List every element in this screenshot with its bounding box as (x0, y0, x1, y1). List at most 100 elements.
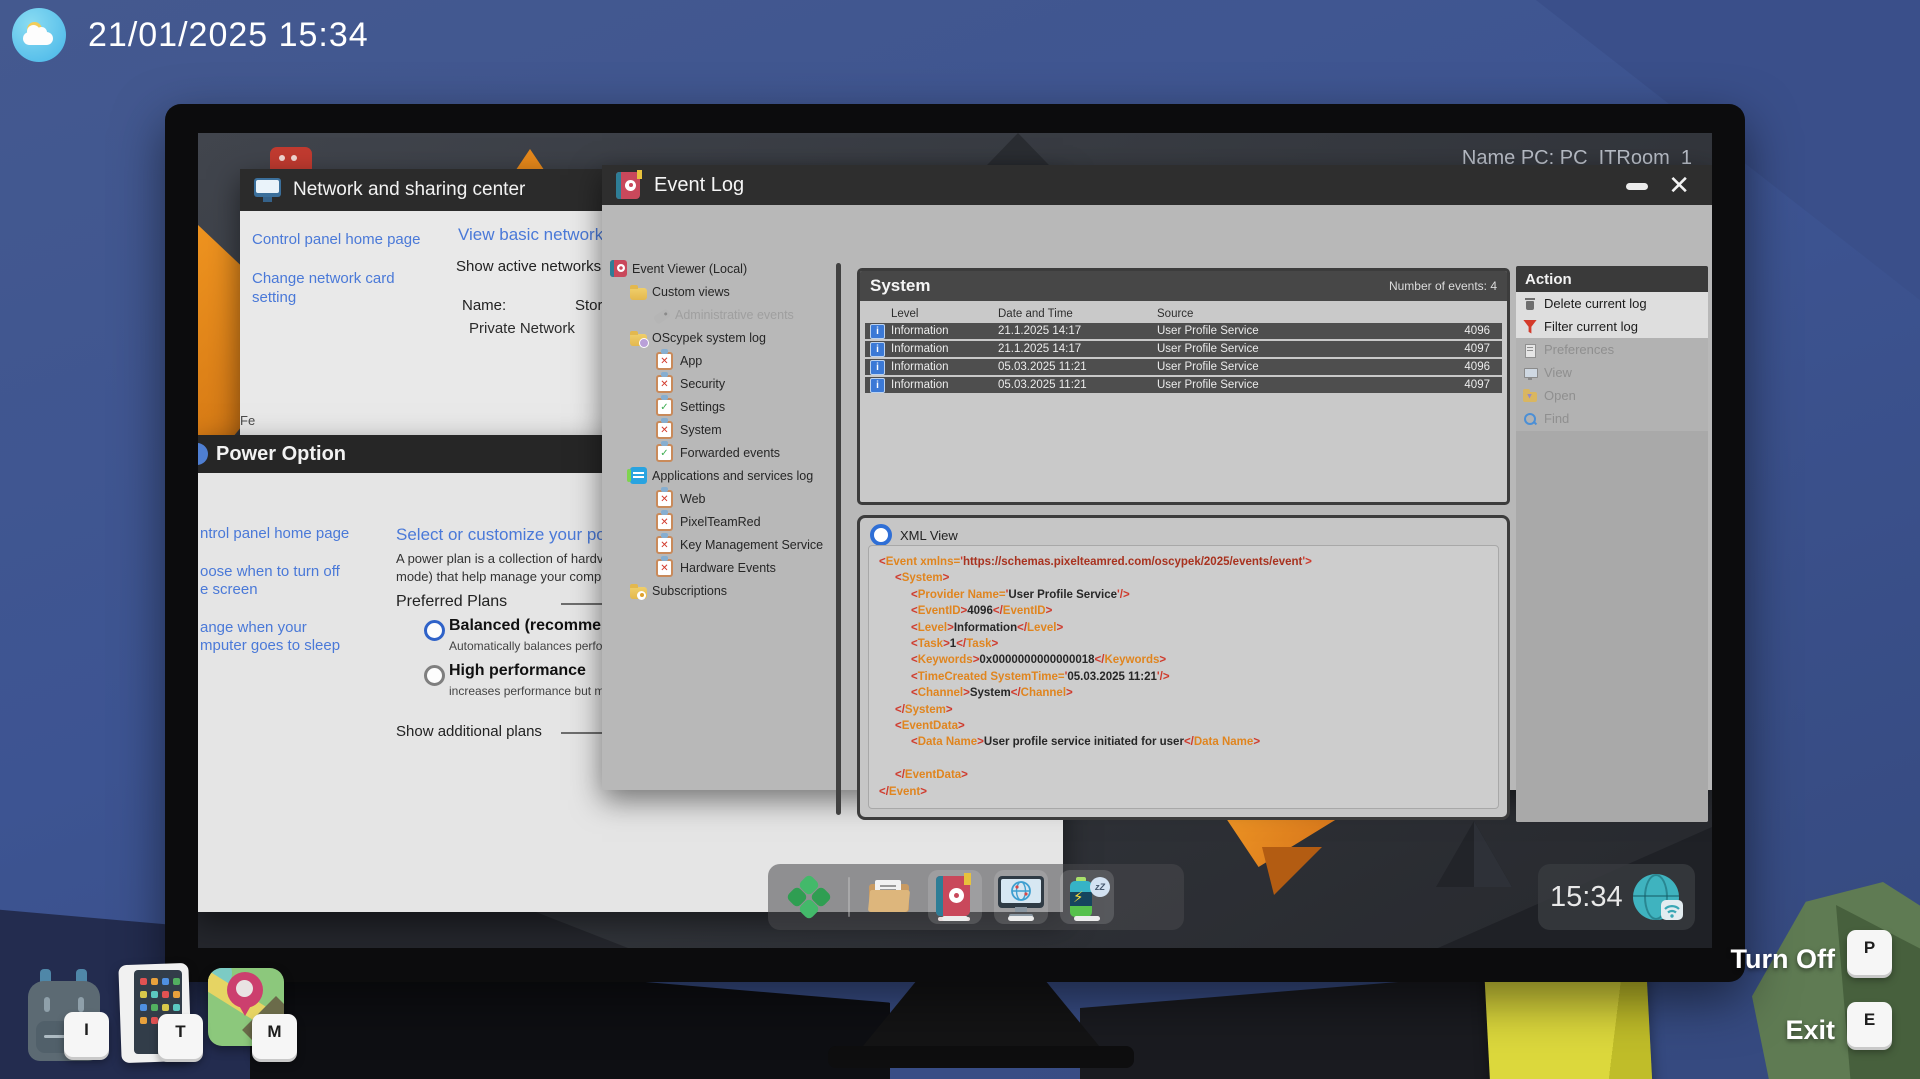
key-badge-map[interactable]: M (252, 1014, 297, 1059)
event-log-titlebar[interactable]: Event Log ✕ (602, 165, 1712, 205)
wallpaper-shape (1262, 847, 1322, 895)
event-row[interactable]: iInformation21.1.2025 14:17User Profile … (865, 341, 1502, 357)
radio-high-performance[interactable] (424, 665, 445, 686)
tree-item-web[interactable]: ✕ Web (608, 487, 836, 510)
tree-item-subscriptions[interactable]: Subscriptions (608, 579, 836, 602)
tree-item-app[interactable]: ✕App (608, 349, 836, 372)
col-level[interactable]: Level (891, 308, 919, 320)
tree-item-system[interactable]: ✕System (608, 418, 836, 441)
action-delete-current-log[interactable]: Delete current log (1516, 292, 1708, 315)
tree-item-forwarded-events[interactable]: ✓ Forwarded events (608, 441, 836, 464)
plan-highperf-label[interactable]: High performance (449, 662, 586, 680)
preferences-icon (1523, 343, 1537, 357)
event-level: Information (891, 325, 949, 337)
dock-item-network-center-app[interactable] (994, 870, 1048, 924)
event-log-title: Event Log (654, 174, 744, 197)
dock-item-event-log-app[interactable] (928, 870, 982, 924)
action-label: Filter current log (1544, 319, 1638, 334)
tree-item-label: Web (680, 492, 705, 506)
dock-item-start-clover[interactable] (782, 870, 836, 924)
tree-item-label: Subscriptions (652, 584, 727, 598)
tree-item-label: Hardware Events (680, 561, 776, 575)
power-link-0[interactable]: ntrol panel home page (200, 525, 390, 543)
event-row[interactable]: iInformation05.03.2025 11:21User Profile… (865, 359, 1502, 375)
action-items: Delete current logFilter current logPref… (1516, 292, 1708, 430)
tree-item-key-management-service[interactable]: ✕Key Management Service (608, 533, 836, 556)
power-link-1[interactable]: oose when to turn offe screen (200, 563, 390, 599)
plan-balanced-label[interactable]: Balanced (recommend (449, 617, 621, 635)
dock-clock: 15:34 (1538, 864, 1695, 930)
tree-item-pixelteamred[interactable]: ✕PixelTeamRed (608, 510, 836, 533)
action-label: Open (1544, 388, 1576, 403)
tree-item-oscypek-system-log[interactable]: OScypek system log (608, 326, 836, 349)
power-window-icon (198, 443, 208, 465)
tree-item-label: System (680, 423, 722, 437)
dock-item-power-options-app[interactable]: ⚡zZ (1060, 870, 1114, 924)
xml-line: <TimeCreated SystemTime='05.03.2025 11:2… (875, 669, 1492, 685)
event-source: User Profile Service (1157, 361, 1259, 373)
tree-item-event-viewer-local[interactable]: Event Viewer (Local) (608, 257, 836, 280)
xml-line: <Event xmlns='https://schemas.pixelteamr… (875, 554, 1492, 570)
folder-gear-icon (630, 334, 647, 346)
event-row[interactable]: iInformation05.03.2025 11:21User Profile… (865, 377, 1502, 393)
col-datetime[interactable]: Date and Time (998, 308, 1073, 320)
folder-bell-icon (630, 587, 647, 599)
network-globe-icon[interactable] (1633, 874, 1679, 920)
tree-item-hardware-events[interactable]: ✕Hardware Events (608, 556, 836, 579)
event-source: User Profile Service (1157, 379, 1259, 391)
minimize-button[interactable] (1626, 183, 1648, 190)
event-datetime: 21.1.2025 14:17 (998, 325, 1081, 337)
tree-item-label: Security (680, 377, 725, 391)
link-control-panel-home[interactable]: Control panel home page (252, 231, 420, 248)
event-level: Information (891, 343, 949, 355)
tree-item-administrative-events[interactable]: Administrative events (608, 303, 836, 326)
action-filter-current-log[interactable]: Filter current log (1516, 315, 1708, 338)
dock-item-file-manager[interactable] (862, 870, 916, 924)
event-log-book-icon (936, 876, 974, 918)
trash-icon (1523, 297, 1537, 311)
action-find: Find (1516, 407, 1708, 430)
network-monitor-icon (254, 178, 281, 202)
col-source[interactable]: Source (1157, 308, 1193, 320)
tree-item-label: Event Viewer (Local) (632, 262, 747, 276)
xml-view-radio-icon[interactable] (870, 524, 892, 546)
tree-item-label: App (680, 354, 702, 368)
link-change-network-card[interactable]: Change network card setting (252, 269, 437, 307)
tree-item-applications-and-services-log[interactable]: Applications and services log (608, 464, 836, 487)
show-additional-plans-label[interactable]: Show additional plans (396, 723, 542, 740)
tree-item-custom-views[interactable]: Custom views (608, 280, 836, 303)
show-active-networks-label: Show active networks (456, 258, 601, 275)
tree-item-label: Forwarded events (680, 446, 780, 460)
info-icon: i (870, 378, 885, 393)
clipboard-x-icon: ✕ (656, 490, 673, 508)
turn-off-label[interactable]: Turn Off (1640, 944, 1835, 975)
tree-scrollbar[interactable] (836, 263, 841, 815)
tree-item-security[interactable]: ✕Security (608, 372, 836, 395)
event-row[interactable]: iInformation21.1.2025 14:17User Profile … (865, 323, 1502, 339)
xml-line: <Level>Information</Level> (875, 620, 1492, 636)
action-label: View (1544, 365, 1572, 380)
system-panel-header: System Number of events: 4 (860, 271, 1507, 301)
radio-balanced[interactable] (424, 620, 445, 641)
event-table-rows: i Information 21.1.2025 14:17 User Profile … (865, 323, 1502, 393)
key-badge-turn-off[interactable]: P (1847, 930, 1892, 975)
wifi-icon (1661, 900, 1683, 920)
power-link-2[interactable]: ange when yourmputer goes to sleep (200, 619, 390, 655)
key-badge-tablet[interactable]: T (158, 1014, 203, 1059)
xml-line: <Keywords>0x0000000000000018</Keywords> (875, 652, 1492, 668)
tree-item-settings[interactable]: ✓Settings (608, 395, 836, 418)
close-button[interactable]: ✕ (1668, 168, 1690, 202)
monitor-screen: Name PC: PC_ITRoom_1 Network and sharing… (198, 133, 1712, 948)
action-panel: Action Delete current log Filter current … (1516, 266, 1708, 822)
power-body-line1: A power plan is a collection of hardv (396, 551, 603, 566)
clipboard-x-icon: ✕ (656, 513, 673, 531)
exit-label[interactable]: Exit (1640, 1015, 1835, 1046)
event-id: 4096 (1464, 325, 1490, 337)
clipboard-check-icon: ✓ (656, 398, 673, 416)
dock: ⚡zZ (768, 864, 1184, 930)
key-badge-exit[interactable]: E (1847, 1002, 1892, 1047)
action-panel-title: Action (1516, 266, 1708, 292)
key-badge-inventory[interactable]: I (64, 1012, 109, 1057)
xml-line: </EventData> (875, 767, 1492, 783)
clipboard-check-icon: ✓ (656, 444, 673, 462)
